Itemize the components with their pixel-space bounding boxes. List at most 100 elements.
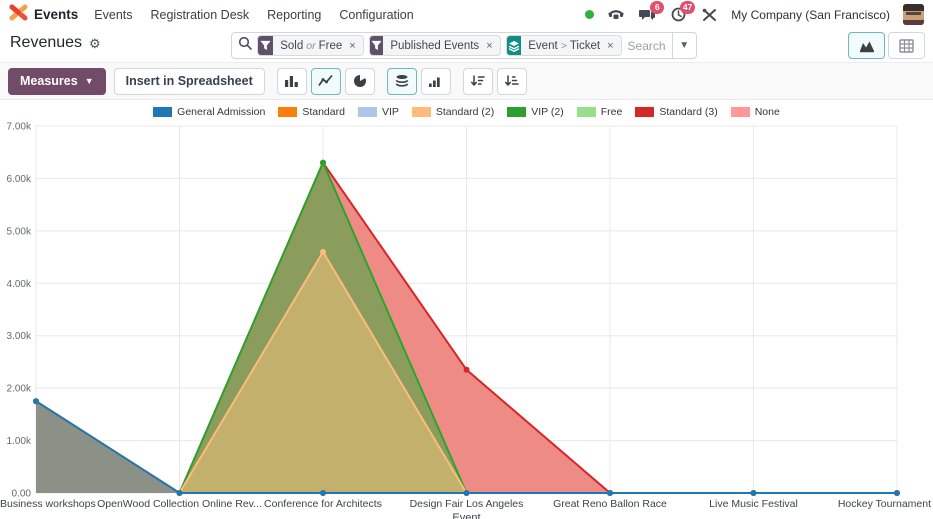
facet-remove-icon[interactable]: × <box>349 36 362 55</box>
legend-swatch <box>731 107 750 117</box>
legend-swatch <box>358 107 377 117</box>
data-point <box>320 160 326 166</box>
y-tick-label: 3.00k <box>7 331 32 342</box>
top-navbar: Events Events Registration Desk Reportin… <box>0 0 933 29</box>
y-tick-label: 1.00k <box>7 436 32 447</box>
search-facet-published-events: Published Events × <box>369 35 501 56</box>
stacked-toggle-button[interactable] <box>387 68 417 95</box>
filter-icon <box>370 36 384 55</box>
app-window: Events Events Registration Desk Reportin… <box>0 0 933 519</box>
stack-buttons <box>387 68 451 95</box>
legend-swatch <box>278 107 297 117</box>
messages-icon[interactable]: 6 <box>638 7 656 23</box>
legend-swatch <box>507 107 526 117</box>
search-input[interactable] <box>622 39 672 53</box>
legend-item-2[interactable]: VIP <box>358 106 399 118</box>
search-dropdown-caret-icon[interactable]: ▼ <box>672 33 696 58</box>
page-title: Revenues <box>10 34 82 52</box>
avatar-hair <box>903 4 924 11</box>
data-point <box>177 490 183 496</box>
legend-item-7[interactable]: None <box>731 106 780 118</box>
chart-area: General Admission Standard VIP Standard (2)… <box>0 100 933 519</box>
sort-buttons <box>463 68 527 95</box>
sort-ascending-button[interactable] <box>497 68 527 95</box>
action-gear-icon[interactable]: ⚙ <box>89 37 101 50</box>
pivot-table-icon <box>899 39 914 53</box>
breadcrumb: Revenues ⚙ <box>10 34 101 52</box>
legend-item-3[interactable]: Standard (2) <box>412 106 494 118</box>
data-point <box>751 490 757 496</box>
chart-type-buttons <box>277 68 375 95</box>
line-chart-button[interactable] <box>311 68 341 95</box>
insert-in-spreadsheet-button[interactable]: Insert in Spreadsheet <box>114 68 265 95</box>
data-point <box>464 490 470 496</box>
sort-ascending-icon <box>504 74 519 88</box>
legend-swatch <box>577 107 596 117</box>
legend-label: Standard (2) <box>436 106 494 118</box>
company-name[interactable]: My Company (San Francisco) <box>731 8 890 22</box>
search-facet-sold-or-free: Sold or Free × <box>257 35 364 56</box>
nav-item-events[interactable]: Events <box>94 8 132 22</box>
caret-down-icon: ▼ <box>85 76 94 86</box>
ascending-bars-icon <box>428 74 443 88</box>
cumulative-button[interactable] <box>421 68 451 95</box>
graph-toolbar: Measures▼ Insert in Spreadsheet <box>0 62 933 100</box>
pivot-view-button[interactable] <box>888 32 925 59</box>
measures-button[interactable]: Measures▼ <box>8 68 106 95</box>
sort-descending-icon <box>470 74 485 88</box>
voip-phone-icon[interactable] <box>607 7 625 23</box>
graph-view-button[interactable] <box>848 32 885 59</box>
nav-item-configuration[interactable]: Configuration <box>339 8 413 22</box>
stacked-database-icon <box>395 74 409 88</box>
data-point <box>320 249 326 255</box>
nav-item-registration-desk[interactable]: Registration Desk <box>151 8 250 22</box>
search-icon <box>238 36 252 55</box>
data-point <box>33 398 39 404</box>
user-avatar[interactable] <box>903 4 924 25</box>
legend-item-5[interactable]: Free <box>577 106 623 118</box>
x-tick-label: Live Music Festival <box>709 498 798 510</box>
line-chart-icon <box>318 74 333 88</box>
app-name: Events <box>34 7 78 22</box>
avatar-shirt <box>903 20 924 25</box>
x-tick-label: Design Fair Los Angeles <box>410 498 524 510</box>
legend-swatch <box>412 107 431 117</box>
x-tick-label: Hockey Tournament <box>838 498 931 510</box>
nav-item-reporting[interactable]: Reporting <box>267 8 321 22</box>
facet-remove-icon[interactable]: × <box>607 36 620 55</box>
online-status-icon <box>585 10 594 19</box>
debug-tools-icon[interactable] <box>700 7 718 23</box>
legend-item-6[interactable]: Standard (3) <box>635 106 717 118</box>
data-point <box>607 490 613 496</box>
sort-descending-button[interactable] <box>463 68 493 95</box>
bar-chart-icon <box>284 74 299 88</box>
data-point <box>320 490 326 496</box>
activities-clock-icon[interactable]: 47 <box>669 7 687 23</box>
control-panel: Revenues ⚙ Sold or Free × <box>0 29 933 62</box>
legend-swatch <box>153 107 172 117</box>
area-chart-icon <box>859 39 875 53</box>
bar-chart-button[interactable] <box>277 68 307 95</box>
y-tick-label: 6.00k <box>7 174 32 185</box>
view-switcher <box>848 32 925 59</box>
legend-label: VIP (2) <box>531 106 563 118</box>
events-app-logo-icon <box>9 4 28 26</box>
legend-label: Standard <box>302 106 345 118</box>
legend-item-1[interactable]: Standard <box>278 106 345 118</box>
app-brand[interactable]: Events <box>9 4 78 26</box>
x-tick-label: Great Reno Ballon Race <box>553 498 667 510</box>
x-tick-label: Conference for Architects <box>264 498 382 510</box>
legend-item-0[interactable]: General Admission <box>153 106 265 118</box>
search-bar[interactable]: Sold or Free × Published Events × <box>231 32 697 59</box>
legend-label: General Admission <box>177 106 265 118</box>
legend-label: Standard (3) <box>659 106 717 118</box>
legend-item-4[interactable]: VIP (2) <box>507 106 563 118</box>
x-axis-title: Event <box>452 512 480 519</box>
pie-chart-button[interactable] <box>345 68 375 95</box>
facet-remove-icon[interactable]: × <box>486 36 499 55</box>
data-point <box>464 367 470 373</box>
avatar-glasses <box>906 12 921 15</box>
y-tick-label: 7.00k <box>7 122 32 133</box>
y-tick-label: 4.00k <box>7 279 32 290</box>
pie-chart-icon <box>353 74 367 88</box>
